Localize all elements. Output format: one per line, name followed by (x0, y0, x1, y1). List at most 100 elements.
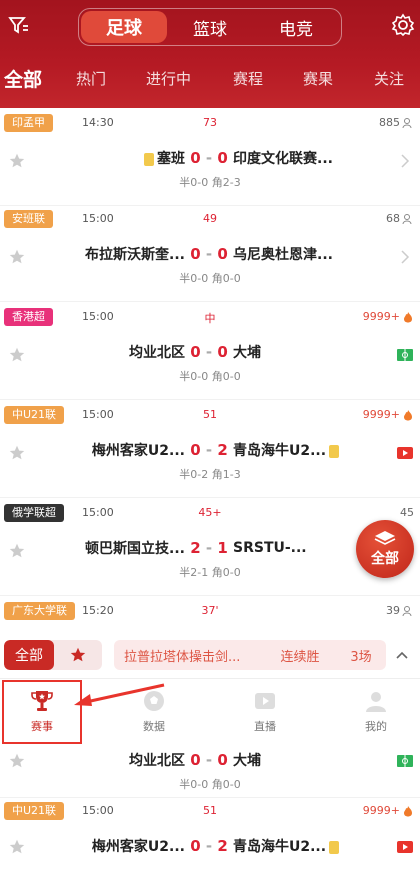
league-badge[interactable]: 俄学联超 (4, 504, 64, 522)
away-team: 大埔 (233, 753, 261, 769)
match-minute: 45+ (198, 506, 222, 519)
top-header: 足球 篮球 电竞 全部 热门 进行中 赛程 赛果 关注 (0, 0, 420, 108)
nav-mine[interactable]: 我的 (326, 679, 420, 743)
match-meta-row: 俄学联超 15:00 45+ 45 (0, 502, 420, 524)
match-meta-row: 中U21联 15:00 51 9999+ (0, 404, 420, 426)
tab-results[interactable]: 赛果 (303, 68, 333, 89)
match-meta-row: 印孟甲 14:30 73 885 (0, 112, 420, 134)
match-stats: 半0-0 角0-0 (179, 370, 241, 383)
match-time: 15:20 (82, 604, 114, 617)
filter-icon[interactable] (6, 12, 32, 38)
score: 0 - 0 (190, 751, 228, 769)
away-team: 大埔 (233, 345, 261, 361)
filter-favorite-button[interactable] (54, 640, 102, 670)
chevron-up-icon[interactable] (394, 647, 410, 663)
home-team: 梅州客家U2... (91, 839, 185, 855)
yellow-card-icon (329, 840, 340, 854)
league-badge[interactable]: 香港超 (4, 308, 53, 326)
home-team: 均业北区 (129, 345, 185, 361)
score: 0 - 0 (190, 149, 228, 167)
user-icon (402, 117, 412, 128)
home-team: 梅州客家U2... (91, 443, 185, 459)
match-row[interactable]: 均业北区 0 - 0 大埔 半0-0 角0-0 (0, 742, 420, 798)
match-time: 14:30 (82, 116, 114, 129)
hot-count: 9999+ (363, 408, 414, 421)
nav-live[interactable]: 直播 (215, 679, 315, 743)
league-badge[interactable]: 中U21联 (4, 802, 65, 820)
tab-esports[interactable]: 电竞 (253, 11, 339, 43)
score: 0 - 0 (190, 245, 228, 263)
tab-basketball[interactable]: 篮球 (167, 11, 253, 43)
match-time: 15:00 (82, 408, 114, 421)
play-video-icon[interactable] (396, 444, 414, 462)
match-row[interactable]: 均业北区 0 - 0 大埔 半0-0 角0-0 (0, 328, 420, 400)
match-stats: 半0-0 角2-3 (179, 176, 241, 189)
match-minute: 73 (203, 116, 217, 129)
fire-icon (404, 311, 412, 322)
match-meta-row: 广东大学联 15:20 37' 39 (0, 600, 420, 622)
tab-schedule[interactable]: 赛程 (233, 68, 263, 89)
star-icon[interactable] (8, 444, 26, 462)
star-icon[interactable] (8, 752, 26, 770)
match-row[interactable]: 梅州客家U2... 0 - 2 青岛海牛U2... 半0-2 角1-3 (0, 426, 420, 498)
watch-count: 39 (386, 604, 414, 617)
home-team: 布拉斯沃斯奎... (85, 247, 185, 263)
league-badge[interactable]: 安班联 (4, 210, 53, 228)
hot-count: 9999+ (363, 804, 414, 817)
tab-follow[interactable]: 关注 (374, 68, 404, 89)
tab-live[interactable]: 进行中 (146, 68, 191, 89)
league-badge[interactable]: 中U21联 (4, 406, 65, 424)
match-row[interactable]: 顿巴斯国立技... 2 - 1 SRSTU-... 半2-1 角0-0 (0, 524, 420, 596)
star-icon[interactable] (8, 838, 26, 856)
match-time: 15:00 (82, 310, 114, 323)
hot-count: 9999+ (363, 310, 414, 323)
score: 2 - 1 (190, 539, 228, 557)
nav-data-label: 数据 (143, 720, 165, 733)
field-icon[interactable] (396, 346, 414, 364)
match-row[interactable]: 塞班 0 - 0 印度文化联赛... 半0-0 角2-3 (0, 134, 420, 206)
play-icon (255, 693, 275, 709)
home-team: 塞班 (30, 148, 185, 168)
match-stats: 半2-1 角0-0 (179, 566, 241, 579)
match-meta-row: 安班联 15:00 49 68 (0, 208, 420, 230)
star-icon[interactable] (8, 152, 26, 170)
settings-icon[interactable] (390, 12, 416, 38)
floating-all-label: 全部 (371, 551, 399, 567)
league-badge[interactable]: 印孟甲 (4, 114, 53, 132)
match-stats: 半0-0 角0-0 (179, 272, 241, 285)
match-minute: 37' (201, 604, 219, 617)
league-badge[interactable]: 广东大学联 (4, 602, 75, 620)
chevron-right-icon[interactable] (396, 248, 414, 266)
fire-icon (404, 805, 412, 816)
match-minute: 51 (203, 408, 217, 421)
tab-football[interactable]: 足球 (81, 11, 167, 43)
away-team: 青岛海牛U2... (233, 836, 388, 856)
match-meta-row: 香港超 15:00 中 9999+ (0, 306, 420, 328)
score: 0 - 2 (190, 441, 228, 459)
match-minute: 中 (204, 312, 216, 325)
streak-team: 拉普拉塔体操击剑... (124, 649, 241, 665)
star-icon[interactable] (8, 248, 26, 266)
chevron-right-icon[interactable] (396, 152, 414, 170)
streak-count: 3场 (350, 649, 372, 665)
match-row[interactable]: 梅州客家U2... 0 - 2 青岛海牛U2... (0, 824, 420, 873)
category-tabs: 全部 热门 进行中 赛程 赛果 关注 (0, 62, 420, 94)
filter-all-button[interactable]: 全部 (4, 640, 54, 670)
tab-all[interactable]: 全部 (4, 65, 42, 92)
filter-segment: 全部 (4, 640, 102, 670)
watch-count: 68 (386, 212, 414, 225)
annotation-arrow (74, 683, 165, 706)
watch-count: 45 (400, 506, 414, 519)
play-video-icon[interactable] (396, 838, 414, 856)
user-icon (402, 213, 412, 224)
match-time: 15:00 (82, 506, 114, 519)
field-icon[interactable] (396, 752, 414, 770)
filter-bar: 全部 拉普拉塔体操击剑... 连续胜 3场 (0, 633, 420, 677)
tab-hot[interactable]: 热门 (76, 68, 106, 89)
match-row[interactable]: 布拉斯沃斯奎... 0 - 0 乌尼奥杜恩津... 半0-0 角0-0 (0, 230, 420, 302)
streak-banner[interactable]: 拉普拉塔体操击剑... 连续胜 3场 (114, 640, 386, 670)
floating-all-button[interactable]: 全部 (356, 520, 414, 578)
star-icon[interactable] (8, 346, 26, 364)
profile-icon (366, 692, 386, 712)
star-icon[interactable] (8, 542, 26, 560)
